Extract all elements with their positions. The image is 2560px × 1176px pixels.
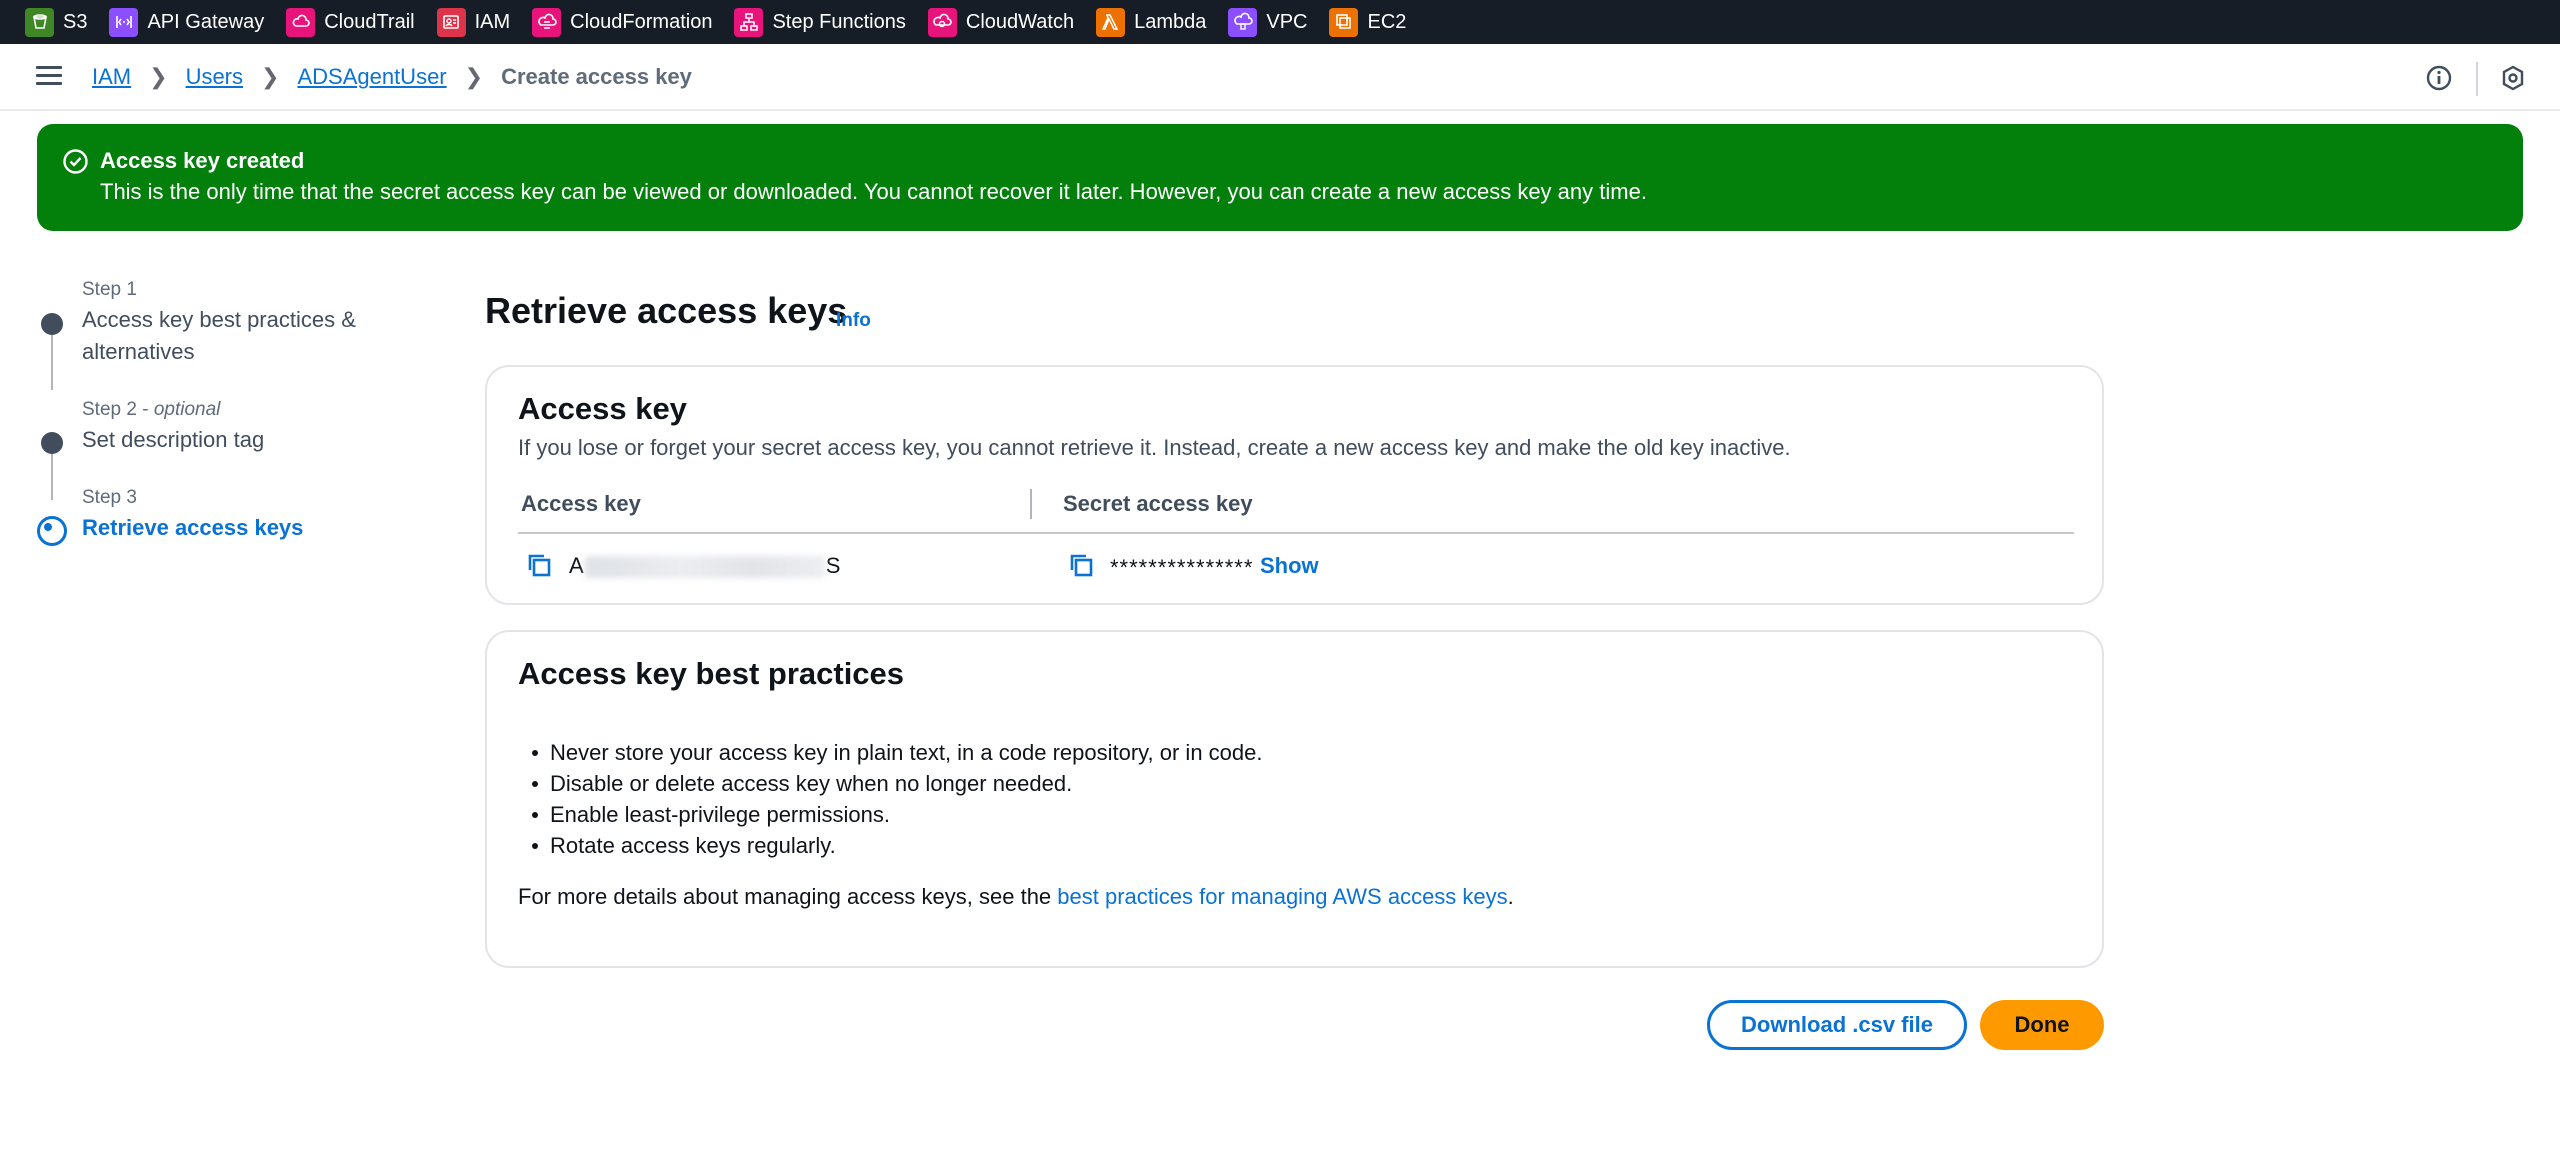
step-indicator [41, 313, 63, 335]
breadcrumb-users[interactable]: Users [186, 64, 243, 90]
copy-icon[interactable] [525, 551, 553, 579]
s3-icon [25, 7, 54, 37]
breadcrumb-user[interactable]: ADSAgentUser [297, 64, 446, 90]
iam-icon [436, 7, 466, 37]
vpc-icon [1228, 7, 1258, 37]
check-circle-icon [63, 149, 88, 174]
service-label: CloudTrail [324, 10, 415, 33]
column-divider [1030, 489, 1032, 519]
card-title: Access key best practices [518, 656, 905, 691]
secret-key-masked: *************** [1110, 555, 1254, 580]
step-label-cont: alternatives [82, 339, 195, 364]
info-link[interactable]: Info [836, 310, 871, 332]
best-practices-list: Never store your access key in plain tex… [532, 737, 1263, 861]
settings-icon[interactable] [2499, 64, 2527, 92]
done-button[interactable]: Done [1980, 1000, 2104, 1050]
redacted-value [584, 556, 825, 579]
service-iam[interactable]: IAM [436, 7, 511, 37]
step-label: Set description tag [82, 427, 265, 452]
ec2-icon [1329, 7, 1359, 37]
service-vpc[interactable]: VPC [1228, 7, 1308, 37]
step-indicator-active [37, 516, 67, 546]
breadcrumb: IAM ❯ Users ❯ ADSAgentUser ❯ Create acce… [92, 64, 692, 90]
breadcrumb-current: Create access key [501, 64, 692, 89]
table-divider [518, 532, 2074, 534]
service-lambda[interactable]: Lambda [1096, 7, 1207, 37]
step-number-text: Step 2 - [82, 399, 154, 420]
column-header-secret-key: Secret access key [1063, 491, 1253, 516]
api-gateway-icon [109, 7, 139, 37]
access-key-end: S [825, 553, 841, 578]
step-number: Step 2 - optional [82, 399, 220, 421]
menu-icon[interactable] [36, 66, 62, 86]
cloudwatch-icon [927, 7, 957, 37]
best-practices-container: Access key best practices Never store yo… [485, 630, 2104, 968]
column-header-access-key: Access key [521, 491, 641, 516]
card-description: If you lose or forget your secret access… [518, 435, 1791, 460]
service-step-functions[interactable]: Step Functions [734, 7, 906, 37]
service-label: Lambda [1134, 10, 1207, 33]
access-key-start: A [569, 553, 584, 578]
list-item: Rotate access keys regularly. [532, 830, 1263, 861]
flash-title: Access key created [100, 148, 305, 173]
service-label: S3 [63, 10, 88, 33]
best-practices-more: For more details about managing access k… [518, 884, 1514, 910]
service-label: Step Functions [772, 10, 906, 33]
step-optional: optional [153, 399, 221, 420]
service-label: API Gateway [147, 10, 265, 33]
download-csv-button[interactable]: Download .csv file [1707, 1000, 1967, 1050]
chevron-right-icon: ❯ [464, 64, 484, 89]
list-item: Never store your access key in plain tex… [532, 737, 1263, 768]
more-prefix: For more details about managing access k… [518, 884, 1058, 909]
service-cloudwatch[interactable]: CloudWatch [927, 7, 1075, 37]
page-title: Retrieve access keys [485, 290, 848, 331]
lambda-icon [1096, 7, 1126, 37]
breadcrumb-bar: IAM ❯ Users ❯ ADSAgentUser ❯ Create acce… [0, 44, 2560, 111]
more-suffix: . [1507, 884, 1514, 909]
access-key-container: Access key If you lose or forget your se… [485, 365, 2104, 605]
list-item: Disable or delete access key when no lon… [532, 768, 1263, 799]
service-label: IAM [474, 10, 511, 33]
service-cloudtrail[interactable]: CloudTrail [286, 7, 415, 37]
step-label: Access key best practices & [82, 307, 356, 332]
flash-message: This is the only time that the secret ac… [100, 179, 1647, 204]
step-label: Retrieve access keys [82, 515, 304, 540]
chevron-right-icon: ❯ [261, 64, 280, 89]
service-label: EC2 [1367, 10, 1407, 33]
cloudformation-icon [532, 7, 562, 37]
copy-icon[interactable] [1067, 551, 1095, 579]
show-secret-link[interactable]: Show [1260, 553, 1319, 579]
service-api-gateway[interactable]: API Gateway [109, 7, 265, 37]
list-item: Enable least-privilege permissions. [532, 799, 1263, 830]
success-flashbar: Access key created This is the only time… [37, 124, 2523, 231]
step-functions-icon [734, 7, 764, 37]
service-s3[interactable]: S3 [25, 7, 88, 37]
service-shortcut-bar: S3 API Gateway CloudTrail IAM CloudForma… [0, 0, 2560, 44]
step-number: Step 1 [82, 279, 137, 300]
service-label: CloudWatch [965, 10, 1075, 33]
info-icon[interactable] [2425, 64, 2453, 92]
step-number: Step 3 [82, 487, 137, 508]
breadcrumb-iam[interactable]: IAM [92, 64, 131, 90]
service-label: CloudFormation [570, 10, 713, 33]
card-title: Access key [518, 391, 687, 426]
service-cloudformation[interactable]: CloudFormation [532, 7, 713, 37]
cloudtrail-icon [286, 7, 316, 37]
service-label: VPC [1266, 10, 1308, 33]
step-indicator [41, 432, 63, 454]
chevron-right-icon: ❯ [149, 64, 168, 89]
best-practices-link[interactable]: best practices for managing AWS access k… [1057, 884, 1507, 909]
header-divider [2476, 62, 2478, 96]
service-ec2[interactable]: EC2 [1329, 7, 1407, 37]
access-key-value: AS [569, 553, 840, 579]
